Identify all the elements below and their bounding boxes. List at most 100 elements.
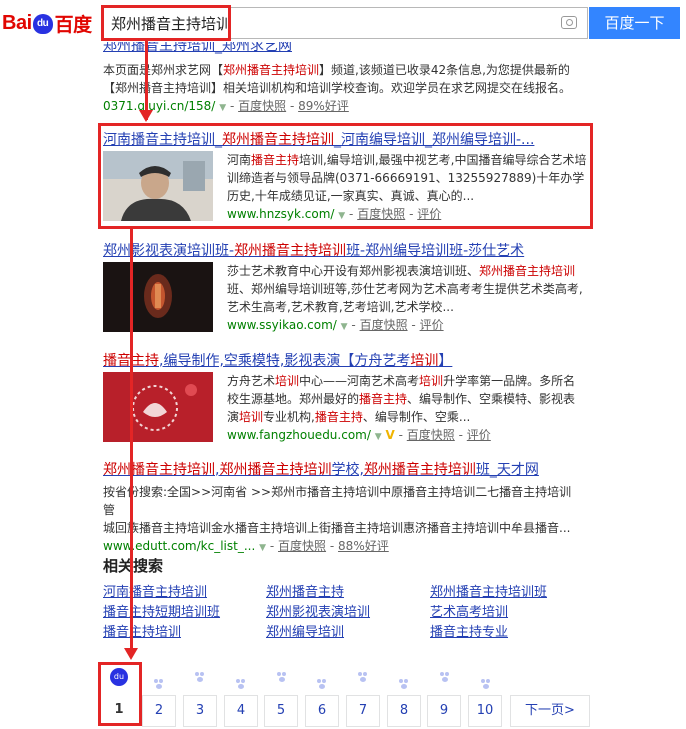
snapshot-link[interactable]: 百度快照 <box>407 428 455 442</box>
related-search-title: 相关搜索 <box>103 557 164 575</box>
title-highlight: 郑州播音主持培训 <box>219 462 332 478</box>
abstract-highlight: 培训 <box>419 374 444 388</box>
result-abstract: 莎士艺术教育中心开设有郑州影视表演培训班、郑州播音主持培训班、郑州编导培训班等,… <box>227 262 587 316</box>
rating-link[interactable]: 89%好评 <box>298 99 349 113</box>
result-title[interactable]: 郑州影视表演培训班-郑州播音主持培训班-郑州编导培训班-莎仕艺术 <box>103 240 583 260</box>
result-meta: www.edutt.com/kc_list_... ▼ - 百度快照 - 88%… <box>103 539 389 553</box>
abstract-text: 莎士艺术教育中心开设有郑州影视表演培训班、 <box>227 264 480 278</box>
page-9[interactable]: 9 <box>427 695 461 727</box>
abstract-text: 【郑州播音主持培训】相关培训机构和培训学校查询。欢迎学员在求艺网提交在线报名。 <box>103 81 572 95</box>
result-body: 莎士艺术教育中心开设有郑州影视表演培训班、郑州播音主持培训班、郑州编导培训班等,… <box>227 262 587 336</box>
title-highlight: 培训 <box>410 353 439 369</box>
abstract-highlight: 播音主持 <box>314 410 363 424</box>
result-url[interactable]: 0371.qiuyi.cn/158/ <box>103 99 215 113</box>
paw-icon <box>399 679 411 689</box>
dropdown-arrow-icon[interactable]: ▼ <box>341 322 348 332</box>
baidu-logo[interactable]: Bai du 百度 <box>2 10 92 37</box>
title-part: 学校, <box>331 462 364 478</box>
result-url[interactable]: www.ssyikao.com/ <box>227 318 337 332</box>
rating-link[interactable]: 评价 <box>467 428 491 442</box>
search-result-1: 郑州播音主持培训_郑州求艺网 本页面是郑州求艺网【郑州播音主持培训】频道,该频道… <box>103 42 583 117</box>
abstract-text: 专业机构, <box>263 410 315 424</box>
page-7[interactable]: 7 <box>346 695 380 727</box>
annotation-arrow-head <box>124 648 138 660</box>
related-link[interactable]: 河南播音主持培训 <box>103 581 207 600</box>
search-button[interactable]: 百度一下 <box>589 7 680 39</box>
abstract-text: 中心——河南艺术高考 <box>299 374 420 388</box>
abstract-text: 班、郑州编导培训班等,莎仕艺考网为艺术高考考生提供艺术类高考,艺术生高考,艺术教… <box>227 282 583 314</box>
snapshot-link[interactable]: 百度快照 <box>360 318 408 332</box>
abstract-text: 本页面是郑州求艺网【 <box>103 63 224 77</box>
rating-link[interactable]: 评价 <box>420 318 444 332</box>
paw-icon <box>481 679 493 689</box>
abstract-highlight: 培训 <box>275 374 300 388</box>
title-part: ,编导制作,空乘模特,影视表演【方舟艺考 <box>159 353 411 369</box>
title-part: 班_天才网 <box>475 462 539 478</box>
page-3[interactable]: 3 <box>183 695 217 727</box>
title-part: 】 <box>438 353 453 369</box>
related-link[interactable]: 播音主持专业 <box>430 621 508 640</box>
page-6[interactable]: 6 <box>305 695 339 727</box>
v-badge-icon[interactable]: V <box>385 428 394 442</box>
result-url[interactable]: www.edutt.com/kc_list_... <box>103 539 255 553</box>
abstract-text: 、编导制作、空乘... <box>362 410 471 424</box>
paw-icon <box>195 672 207 682</box>
result-abstract: 本页面是郑州求艺网【郑州播音主持培训】频道,该频道已收录42条信息,为您提供最新… <box>103 61 583 97</box>
title-part: 郑州影视表演培训班- <box>103 243 235 259</box>
annotation-arrow-head <box>139 110 153 122</box>
abstract-text: 】频道,该频道已收录42条信息,为您提供最新的 <box>319 63 570 77</box>
snapshot-link[interactable]: 百度快照 <box>278 539 326 553</box>
result-body: 方舟艺术培训中心——河南艺术高考培训升学率第一品牌。多所名校生源基地。郑州最好的… <box>227 372 587 446</box>
annotation-arrow-line <box>145 40 148 120</box>
abstract-line: 城回族播音主持培训金水播音主持培训上街播音主持培训惠济播音主持培训中牟县播音..… <box>103 521 571 535</box>
page-10[interactable]: 10 <box>468 695 502 727</box>
rating-link[interactable]: 88%好评 <box>338 539 389 553</box>
related-link[interactable]: 艺术高考培训 <box>430 601 508 620</box>
logo-text: Bai <box>2 12 32 34</box>
paw-icon <box>277 672 289 682</box>
search-result-4: 播音主持,编导制作,空乘模特,影视表演【方舟艺考培训】 方舟艺术培训中心——河南… <box>103 350 583 450</box>
annotation-box-page <box>98 662 142 726</box>
page-4[interactable]: 4 <box>224 695 258 727</box>
related-link[interactable]: 播音主持短期培训班 <box>103 601 220 620</box>
annotation-box-search <box>101 5 231 41</box>
title-highlight: 郑州播音主持培训 <box>103 462 215 478</box>
related-link[interactable]: 郑州播音主持 <box>266 581 344 600</box>
snapshot-link[interactable]: 百度快照 <box>238 99 286 113</box>
result-title[interactable]: 郑州播音主持培训,郑州播音主持培训学校,郑州播音主持培训班_天才网 <box>103 459 583 479</box>
page-8[interactable]: 8 <box>387 695 421 727</box>
abstract-highlight: 郑州播音主持培训 <box>223 63 320 77</box>
result-url[interactable]: www.fangzhouedu.com/ <box>227 428 371 442</box>
abstract-line: 按省份搜索:全国>>河南省 >>郑州市播音主持培训中原播音主持培训二七播音主持培… <box>103 485 572 517</box>
related-link[interactable]: 郑州编导培训 <box>266 621 344 640</box>
paw-icon <box>154 679 166 689</box>
paw-icon <box>440 672 452 682</box>
paw-icon <box>317 679 329 689</box>
title-part: 班-郑州编导培训班-莎仕艺术 <box>346 243 525 259</box>
annotation-box-result <box>98 123 593 229</box>
next-page-button[interactable]: 下一页> <box>510 695 590 727</box>
dropdown-arrow-icon[interactable]: ▼ <box>259 543 266 553</box>
paw-icon <box>236 679 248 689</box>
result-meta: 0371.qiuyi.cn/158/ ▼ - 百度快照 - 89%好评 <box>103 99 349 113</box>
paw-icon: du <box>32 13 53 34</box>
result-thumbnail[interactable] <box>103 262 213 332</box>
result-meta: www.ssyikao.com/ ▼ - 百度快照 - 评价 <box>227 318 444 332</box>
abstract-text: 方舟艺术 <box>227 374 276 388</box>
result-meta: www.fangzhouedu.com/ ▼ V - 百度快照 - 评价 <box>227 428 491 442</box>
page-2[interactable]: 2 <box>142 695 176 727</box>
camera-icon[interactable] <box>561 16 577 29</box>
result-title[interactable]: 郑州播音主持培训_郑州求艺网 <box>103 42 583 57</box>
related-link[interactable]: 郑州影视表演培训 <box>266 601 370 620</box>
result-abstract: 方舟艺术培训中心——河南艺术高考培训升学率第一品牌。多所名校生源基地。郑州最好的… <box>227 372 587 426</box>
dropdown-arrow-icon[interactable]: ▼ <box>219 103 226 113</box>
search-result-5: 郑州播音主持培训,郑州播音主持培训学校,郑州播音主持培训班_天才网 按省份搜索:… <box>103 459 583 557</box>
dropdown-arrow-icon[interactable]: ▼ <box>375 432 382 442</box>
result-abstract: 按省份搜索:全国>>河南省 >>郑州市播音主持培训中原播音主持培训二七播音主持培… <box>103 483 583 537</box>
result-thumbnail[interactable] <box>103 372 213 442</box>
title-highlight: 郑州播音主持培训 <box>234 243 347 259</box>
page-5[interactable]: 5 <box>264 695 298 727</box>
result-title[interactable]: 播音主持,编导制作,空乘模特,影视表演【方舟艺考培训】 <box>103 350 583 370</box>
related-link[interactable]: 播音主持培训 <box>103 621 181 640</box>
related-link[interactable]: 郑州播音主持培训班 <box>430 581 547 600</box>
